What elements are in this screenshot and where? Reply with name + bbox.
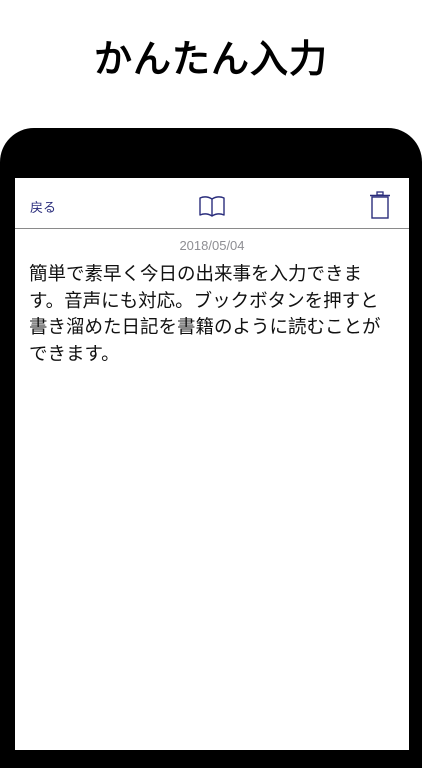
entry-text[interactable]: 簡単で素早く今日の出来事を入力できます。音声にも対応。ブックボタンを押すと書き溜… <box>29 262 391 368</box>
app-screen: 戻る 2018/05/04 簡単で素早く今日の出来事を入力できます。音声にも対応… <box>15 178 409 750</box>
navigation-bar: 戻る <box>15 178 409 229</box>
trash-icon <box>370 191 390 219</box>
book-icon <box>199 196 225 217</box>
book-button[interactable] <box>198 194 226 218</box>
promo-headline: かんたん入力 <box>93 37 328 81</box>
delete-button[interactable] <box>369 191 391 219</box>
entry-date: 2018/05/04 <box>179 238 245 253</box>
back-button[interactable]: 戻る <box>30 197 56 216</box>
